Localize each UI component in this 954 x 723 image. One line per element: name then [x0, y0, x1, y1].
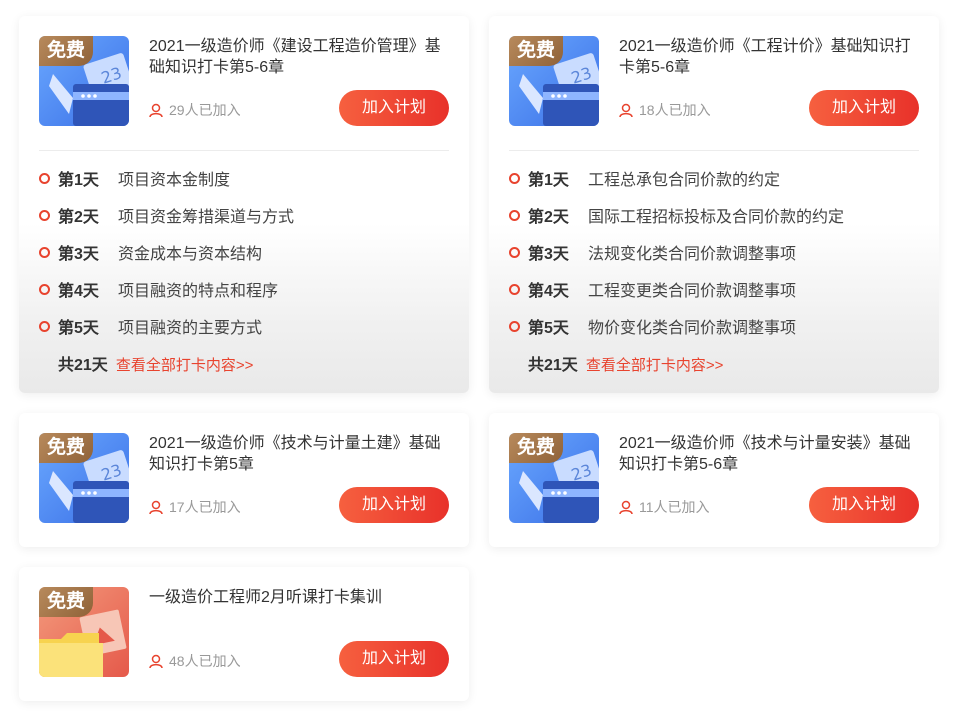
plan-thumbnail[interactable]: 23 免费: [509, 433, 599, 523]
day-topic: 工程变更类合同价款调整事项: [588, 283, 797, 300]
day-label: 第1天: [528, 172, 569, 189]
day-label: 第2天: [58, 209, 99, 226]
plan-title[interactable]: 2021一级造价师《建设工程造价管理》基础知识打卡第5-6章: [149, 36, 449, 78]
plan-title[interactable]: 一级造价工程师2月听课打卡集训: [149, 587, 449, 608]
total-days: 共21天: [528, 357, 578, 374]
join-plan-button[interactable]: 加入计划: [339, 641, 449, 677]
plan-card: 23 免费 2021一级造价师《建设工程造价管理》基础知识打卡第5-6章 29人…: [19, 16, 469, 393]
plan-card: 23 免费 2021一级造价师《工程计价》基础知识打卡第5-6章 18人已加入 …: [489, 16, 939, 393]
day-label: 第3天: [58, 246, 99, 263]
plan-title[interactable]: 2021一级造价师《技术与计量安装》基础知识打卡第5-6章: [619, 433, 919, 475]
day-topic: 国际工程招标投标及合同价款的约定: [588, 209, 845, 226]
joined-count: 11人已加入: [619, 497, 710, 520]
plan-thumbnail[interactable]: 23 免费: [39, 433, 129, 523]
day-label: 第4天: [58, 283, 99, 300]
circle-bullet-icon: [39, 247, 50, 258]
free-tag: 免费: [39, 587, 93, 617]
day-item[interactable]: 第1天 项目资本金制度: [39, 168, 449, 205]
day-label: 第4天: [528, 283, 569, 300]
day-topic: 工程总承包合同价款的约定: [588, 172, 781, 189]
user-icon: [149, 500, 163, 520]
circle-bullet-icon: [509, 321, 520, 332]
join-plan-button[interactable]: 加入计划: [339, 90, 449, 126]
total-days-row: 共21天 查看全部打卡内容>>: [528, 353, 723, 379]
plan-thumbnail[interactable]: 23 免费: [509, 36, 599, 126]
circle-bullet-icon: [39, 284, 50, 295]
day-item[interactable]: 第4天 项目融资的特点和程序: [39, 279, 449, 316]
joined-count: 17人已加入: [149, 497, 241, 520]
plan-thumbnail[interactable]: 免费: [39, 587, 129, 677]
user-icon: [149, 654, 163, 674]
circle-bullet-icon: [509, 173, 520, 184]
day-item[interactable]: 第3天 法规变化类合同价款调整事项: [509, 242, 919, 279]
day-topic: 项目资金筹措渠道与方式: [118, 209, 295, 226]
day-label: 第2天: [528, 209, 569, 226]
day-list: 第1天 工程总承包合同价款的约定 第2天 国际工程招标投标及合同价款的约定 第3天 法…: [509, 168, 919, 353]
day-label: 第1天: [58, 172, 99, 189]
day-item[interactable]: 第2天 国际工程招标投标及合同价款的约定: [509, 205, 919, 242]
plan-card-header: 23 免费 2021一级造价师《工程计价》基础知识打卡第5-6章 18人已加入 …: [509, 36, 919, 128]
plan-card: 23 免费 2021一级造价师《技术与计量土建》基础知识打卡第5章 17人已加入…: [19, 413, 469, 547]
day-list: 第1天 项目资本金制度 第2天 项目资金筹措渠道与方式 第3天 资金成本与资本结构 第…: [39, 168, 449, 353]
divider: [509, 150, 919, 151]
day-item[interactable]: 第5天 物价变化类合同价款调整事项: [509, 316, 919, 353]
day-topic: 项目资本金制度: [118, 172, 231, 189]
joined-count: 18人已加入: [619, 100, 711, 123]
circle-bullet-icon: [39, 321, 50, 332]
user-icon: [619, 500, 633, 520]
join-plan-button[interactable]: 加入计划: [809, 487, 919, 523]
user-icon: [149, 103, 163, 123]
day-label: 第5天: [58, 320, 99, 337]
join-plan-button[interactable]: 加入计划: [809, 90, 919, 126]
view-all-link[interactable]: 查看全部打卡内容>>: [586, 357, 724, 374]
day-label: 第3天: [528, 246, 569, 263]
plan-card-header: 23 免费 2021一级造价师《建设工程造价管理》基础知识打卡第5-6章 29人…: [39, 36, 449, 128]
view-all-link[interactable]: 查看全部打卡内容>>: [116, 357, 254, 374]
plan-card-header: 23 免费 2021一级造价师《技术与计量土建》基础知识打卡第5章 17人已加入…: [39, 433, 449, 525]
day-label: 第5天: [528, 320, 569, 337]
day-item[interactable]: 第2天 项目资金筹措渠道与方式: [39, 205, 449, 242]
user-icon: [619, 103, 633, 123]
free-tag: 免费: [39, 36, 93, 66]
joined-count: 29人已加入: [149, 100, 241, 123]
plan-card: 23 免费 2021一级造价师《技术与计量安装》基础知识打卡第5-6章 11人已…: [489, 413, 939, 547]
day-item[interactable]: 第3天 资金成本与资本结构: [39, 242, 449, 279]
plan-thumbnail[interactable]: 23 免费: [39, 36, 129, 126]
join-plan-button[interactable]: 加入计划: [339, 487, 449, 523]
day-topic: 项目融资的主要方式: [118, 320, 263, 337]
day-item[interactable]: 第4天 工程变更类合同价款调整事项: [509, 279, 919, 316]
plan-card-header: 免费 一级造价工程师2月听课打卡集训 48人已加入 加入计划: [39, 587, 449, 679]
free-tag: 免费: [509, 36, 563, 66]
free-tag: 免费: [509, 433, 563, 463]
day-item[interactable]: 第5天 项目融资的主要方式: [39, 316, 449, 353]
circle-bullet-icon: [39, 173, 50, 184]
joined-text: 17人已加入: [169, 499, 241, 515]
plan-card-header: 23 免费 2021一级造价师《技术与计量安装》基础知识打卡第5-6章 11人已…: [509, 433, 919, 525]
day-item[interactable]: 第1天 工程总承包合同价款的约定: [509, 168, 919, 205]
circle-bullet-icon: [509, 284, 520, 295]
circle-bullet-icon: [39, 210, 50, 221]
day-topic: 法规变化类合同价款调整事项: [588, 246, 797, 263]
joined-text: 11人已加入: [639, 499, 710, 515]
joined-text: 48人已加入: [169, 653, 241, 669]
joined-text: 18人已加入: [639, 102, 711, 118]
circle-bullet-icon: [509, 210, 520, 221]
day-topic: 物价变化类合同价款调整事项: [588, 320, 797, 337]
total-days: 共21天: [58, 357, 108, 374]
day-topic: 资金成本与资本结构: [118, 246, 263, 263]
day-topic: 项目融资的特点和程序: [118, 283, 279, 300]
free-tag: 免费: [39, 433, 93, 463]
joined-count: 48人已加入: [149, 651, 241, 674]
circle-bullet-icon: [509, 247, 520, 258]
joined-text: 29人已加入: [169, 102, 241, 118]
plan-title[interactable]: 2021一级造价师《工程计价》基础知识打卡第5-6章: [619, 36, 919, 78]
plan-card: 免费 一级造价工程师2月听课打卡集训 48人已加入 加入计划: [19, 567, 469, 701]
plan-title[interactable]: 2021一级造价师《技术与计量土建》基础知识打卡第5章: [149, 433, 449, 475]
total-days-row: 共21天 查看全部打卡内容>>: [58, 353, 253, 379]
divider: [39, 150, 449, 151]
